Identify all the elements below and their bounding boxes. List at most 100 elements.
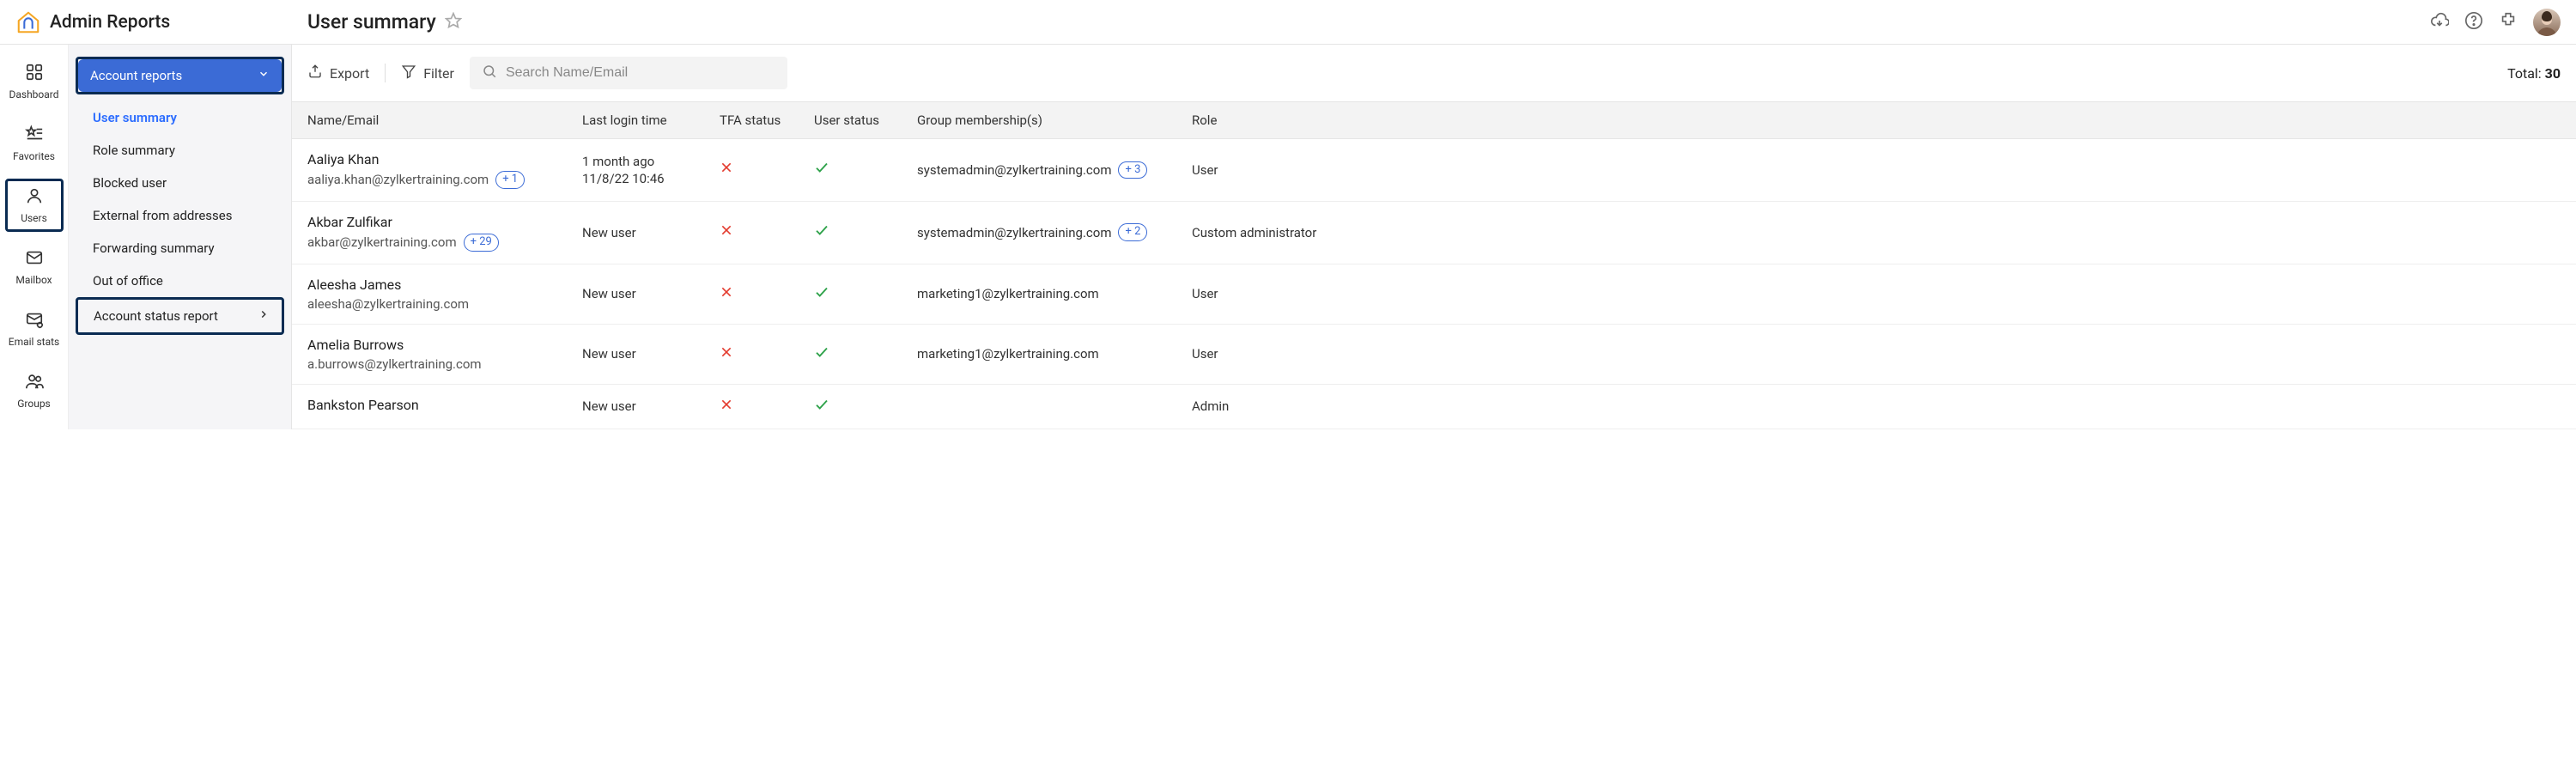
mail-icon (25, 248, 44, 271)
column-header[interactable]: Group membership(s) (917, 112, 1192, 128)
header-actions (2430, 9, 2561, 36)
help-icon[interactable] (2464, 11, 2483, 33)
name-cell: Aaliya Khanaaliya.khan@zylkertraining.co… (307, 151, 582, 189)
user-email: a.burrows@zylkertraining.com (307, 356, 482, 372)
role-cell: User (1192, 162, 2561, 178)
sidebar-item-label: Forwarding summary (93, 240, 215, 256)
user-name: Aaliya Khan (307, 151, 582, 167)
rail-nav: Dashboard Favorites Users Mailbox Email stat… (0, 45, 69, 429)
role-cell: User (1192, 346, 2561, 362)
login-relative: 1 month ago (582, 154, 720, 169)
grid-icon (25, 63, 44, 85)
sidebar-item-external-from-addresses[interactable]: External from addresses (69, 199, 291, 232)
sidebar-item-forwarding-summary[interactable]: Forwarding summary (69, 232, 291, 264)
user-email: aleesha@zylkertraining.com (307, 296, 469, 312)
table-row[interactable]: Akbar Zulfikar akbar@zylkertraining.com + … (292, 202, 2576, 264)
login-relative: New user (582, 398, 720, 414)
column-header[interactable]: Name/Email (307, 112, 582, 128)
sidebar-item-out-of-office[interactable]: Out of office (69, 264, 291, 297)
table-row[interactable]: Aleesha James aleesha@zylkertraining.com N… (292, 264, 2576, 325)
tfa-cell (720, 398, 814, 416)
table-row[interactable]: Amelia Burrowsa.burrows@zylkertraining.c… (292, 325, 2576, 385)
rail-item-groups[interactable]: Groups (5, 364, 64, 417)
role-cell: User (1192, 286, 2561, 301)
user-name: Aleesha James (307, 277, 582, 293)
page-title-wrap: User summary (307, 10, 462, 33)
sidebar-item-label: External from addresses (93, 208, 232, 223)
users-table: Name/EmailLast login timeTFA statusUser … (292, 102, 2576, 429)
dropdown-label: Account reports (90, 68, 182, 83)
sidebar-item-user-summary[interactable]: User summary (69, 101, 291, 134)
sidebar-item-blocked-user[interactable]: Blocked user (69, 167, 291, 199)
export-button[interactable]: Export (307, 64, 369, 82)
filter-label: Filter (423, 65, 454, 82)
group-email: marketing1@zylkertraining.com (917, 286, 1099, 301)
group-count-badge[interactable]: + 2 (1118, 223, 1147, 241)
sidebar-item-account-status-report[interactable]: Account status report (78, 300, 282, 332)
group-email: systemadmin@zylkertraining.com (917, 162, 1111, 178)
name-cell: Amelia Burrowsa.burrows@zylkertraining.c… (307, 337, 582, 372)
rail-item-email-stats[interactable]: Email stats (5, 302, 64, 356)
main: Export Filter Total: 30 Name/EmailLast l… (292, 45, 2576, 429)
name-cell: Akbar Zulfikar akbar@zylkertraining.com + … (307, 214, 582, 252)
filter-button[interactable]: Filter (401, 64, 454, 82)
name-cell: Aleesha James aleesha@zylkertraining.com (307, 277, 582, 312)
download-cloud-icon[interactable] (2430, 11, 2449, 33)
sidebar-item-label: Blocked user (93, 175, 167, 191)
role-cell: Custom administrator (1192, 225, 2561, 240)
table-row[interactable]: Aaliya Khanaaliya.khan@zylkertraining.co… (292, 139, 2576, 202)
chevron-down-icon (258, 68, 270, 83)
login-cell: New user (582, 286, 720, 301)
sidebar-item-label: Role summary (93, 143, 175, 158)
check-icon (814, 346, 829, 364)
extension-icon[interactable] (2499, 11, 2518, 33)
check-icon (814, 161, 829, 179)
avatar[interactable] (2533, 9, 2561, 36)
cross-icon (720, 345, 733, 363)
favorite-star-icon[interactable] (445, 12, 462, 33)
login-relative: New user (582, 286, 720, 301)
group-cell: marketing1@zylkertraining.com (917, 346, 1192, 362)
column-header[interactable]: Last login time (582, 112, 720, 128)
alias-count-badge[interactable]: + 1 (495, 171, 525, 189)
app-header: Admin Reports User summary (0, 0, 2576, 45)
column-header[interactable]: User status (814, 112, 917, 128)
group-count-badge[interactable]: + 3 (1118, 161, 1147, 179)
total-count: Total: 30 (2507, 65, 2561, 82)
login-cell: New user (582, 398, 720, 414)
column-header[interactable]: Role (1192, 112, 2561, 128)
search-box[interactable] (470, 57, 787, 89)
search-input[interactable] (506, 65, 775, 81)
logo: Admin Reports (15, 9, 307, 35)
rail-label: Favorites (13, 150, 55, 162)
column-header[interactable]: TFA status (720, 112, 814, 128)
rail-label: Groups (17, 398, 51, 410)
login-cell: 1 month ago11/8/22 10:46 (582, 154, 720, 186)
group-cell: systemadmin@zylkertraining.com+ 2 (917, 223, 1192, 241)
filter-icon (401, 64, 416, 82)
search-icon (482, 64, 497, 82)
alias-count-badge[interactable]: + 29 (464, 234, 499, 252)
sidebar-item-label: Account status report (94, 308, 218, 324)
rail-label: Users (21, 212, 47, 224)
cross-icon (720, 161, 733, 179)
group-cell: systemadmin@zylkertraining.com + 3 (917, 161, 1192, 179)
table-row[interactable]: Bankston PearsonNew userAdmin (292, 385, 2576, 429)
sidebar-item-role-summary[interactable]: Role summary (69, 134, 291, 167)
users-icon (25, 372, 44, 394)
user-status-cell (814, 284, 917, 304)
rail-item-dashboard[interactable]: Dashboard (5, 55, 64, 108)
check-icon (814, 398, 829, 416)
sidebar-item-label: Out of office (93, 273, 163, 289)
sidebar: Account reports User summary Role summary… (69, 45, 292, 429)
tfa-cell (720, 223, 814, 241)
report-category-dropdown[interactable]: Account reports (78, 59, 282, 92)
rail-item-mailbox[interactable]: Mailbox (5, 240, 64, 294)
role-cell: Admin (1192, 398, 2561, 414)
user-email: akbar@zylkertraining.com (307, 234, 457, 250)
rail-item-users[interactable]: Users (5, 179, 64, 232)
total-value: 30 (2545, 65, 2561, 82)
user-name: Akbar Zulfikar (307, 214, 582, 230)
page-title: User summary (307, 10, 436, 33)
rail-item-favorites[interactable]: Favorites (5, 117, 64, 170)
